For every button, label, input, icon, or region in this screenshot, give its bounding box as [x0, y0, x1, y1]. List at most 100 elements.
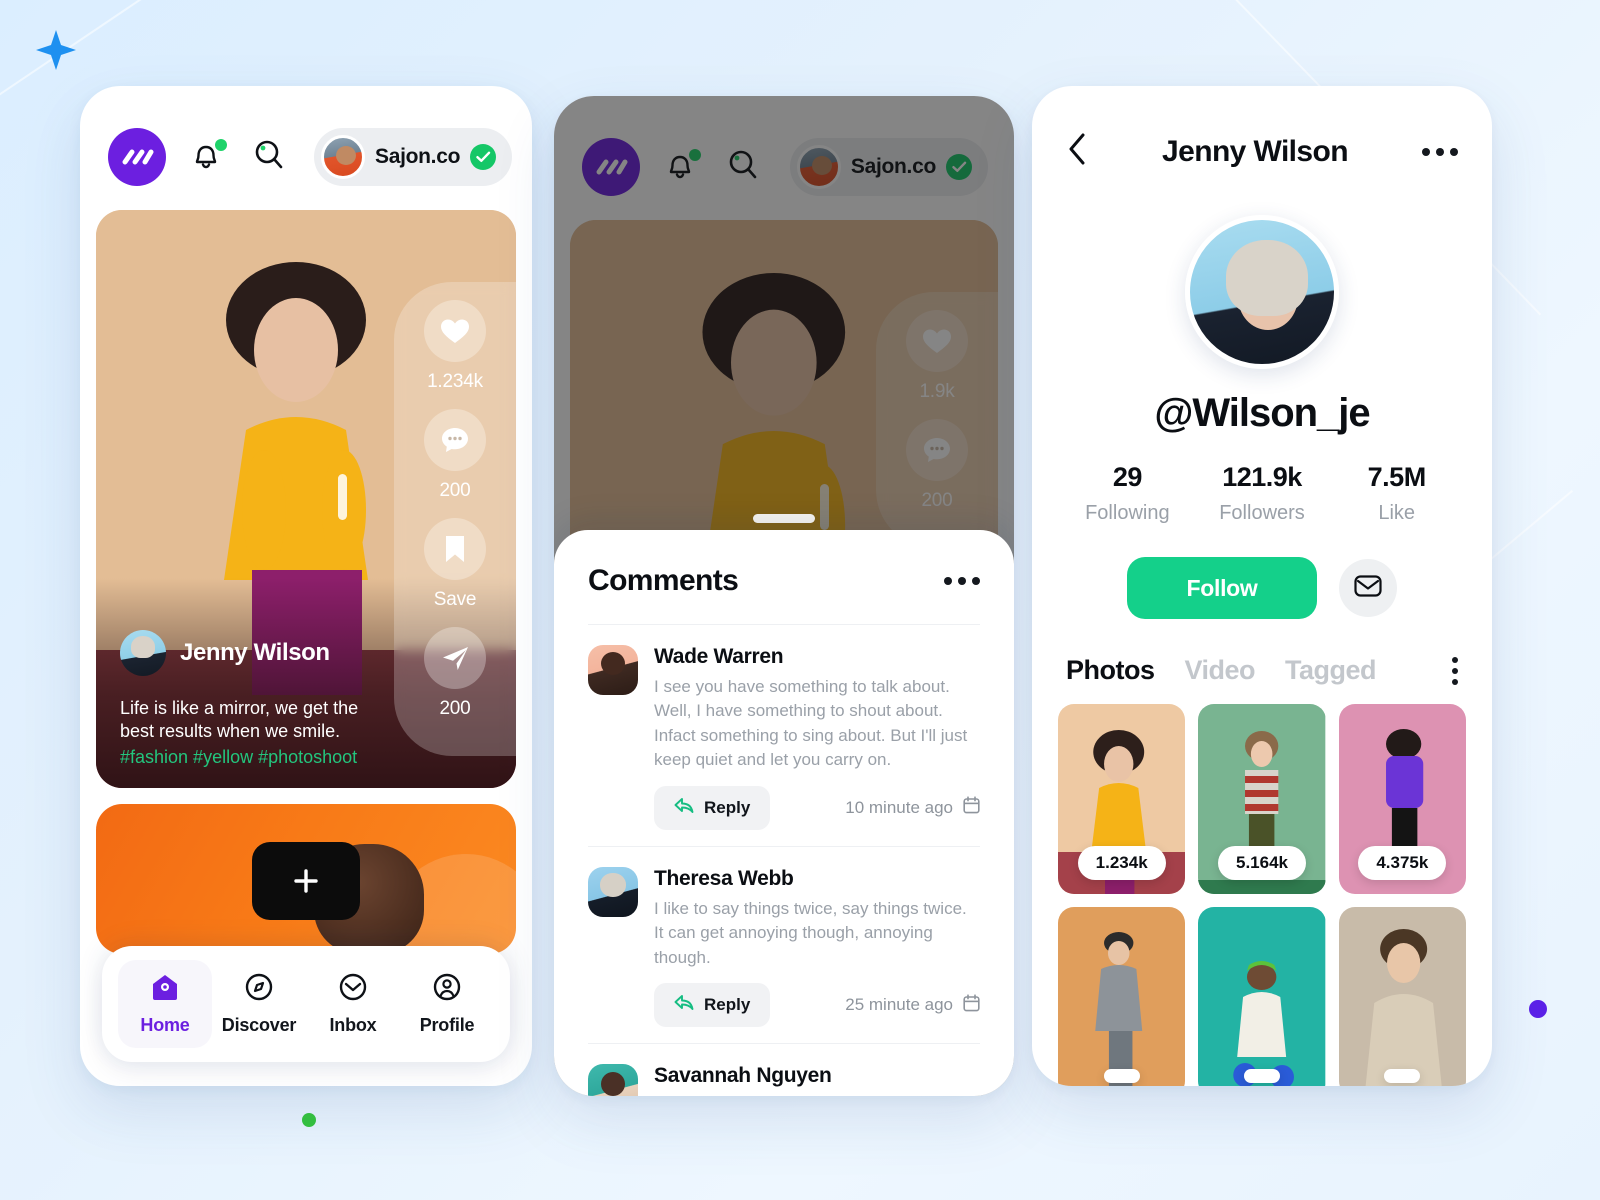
nav-label-inbox: Inbox	[329, 1015, 377, 1035]
bookmark-icon[interactable]	[424, 518, 486, 580]
stat-following[interactable]: 29 Following	[1060, 462, 1195, 525]
feed-post[interactable]: 1.234k 200 Save 200 Jenny Wilson Life is…	[96, 210, 516, 788]
profile-stats: 29 Following 121.9k Followers 7.5M Like	[1032, 462, 1492, 525]
comment-text: I see you have something to talk about. …	[654, 677, 968, 770]
profile-handle: @Wilson_je	[1154, 391, 1370, 435]
like-count: 1.9k	[919, 381, 955, 402]
nav-label-discover: Discover	[221, 1015, 297, 1035]
verified-check-icon	[946, 154, 972, 180]
more-horizontal-icon[interactable]	[1422, 147, 1458, 156]
post-action-rail: 1.9k 200	[820, 292, 998, 548]
user-name: Sajon.co	[375, 145, 461, 168]
grid-item[interactable]	[1338, 907, 1466, 1086]
bell-badge	[689, 149, 701, 161]
comment-author: Theresa Webb	[654, 866, 794, 890]
grid-item[interactable]	[1058, 907, 1186, 1086]
more-horizontal-icon[interactable]	[944, 577, 980, 585]
reply-button[interactable]: Reply	[654, 785, 771, 830]
reply-arrow-icon	[674, 994, 694, 1016]
like-count: 1.234k	[427, 371, 483, 392]
create-post-card[interactable]	[96, 804, 516, 954]
comment-time-group: 10 minute ago	[845, 796, 980, 819]
envelope-icon	[1354, 574, 1382, 603]
grid-item[interactable]	[1198, 907, 1326, 1086]
grid-like-count	[1243, 1069, 1280, 1083]
reply-label: Reply	[704, 995, 751, 1015]
scroll-indicator[interactable]	[338, 474, 347, 520]
save-label: Save	[433, 589, 477, 610]
nav-label-home: Home	[140, 1015, 190, 1035]
stat-followers[interactable]: 121.9k Followers	[1195, 462, 1330, 525]
user-account-pill[interactable]: Sajon.co	[789, 138, 988, 196]
stat-label: Like	[1378, 502, 1416, 524]
grid-item[interactable]: 1.234k	[1058, 704, 1186, 894]
post-hashtags[interactable]: #fashion #yellow #photoshoot	[120, 747, 376, 768]
bell-badge	[215, 139, 227, 151]
grid-like-count	[1103, 1069, 1140, 1083]
comment-time: 25 minute ago	[845, 995, 953, 1015]
profile-header: Jenny Wilson	[1032, 86, 1492, 171]
tab-photos[interactable]: Photos	[1066, 655, 1155, 686]
compass-icon	[244, 972, 274, 1007]
reply-button[interactable]: Reply	[654, 983, 771, 1028]
heart-icon	[906, 310, 968, 372]
follow-button[interactable]: Follow	[1127, 557, 1317, 619]
profile-avatar[interactable]	[1185, 215, 1339, 369]
share-icon[interactable]	[424, 627, 486, 689]
grid-image	[1338, 907, 1466, 1086]
search-icon[interactable]	[252, 138, 290, 176]
chevron-left-icon[interactable]	[1066, 132, 1088, 171]
avatar	[796, 145, 841, 189]
sheet-drag-handle[interactable]	[753, 514, 815, 523]
search-icon[interactable]	[726, 148, 764, 186]
comment-time-group: 25 minute ago	[845, 994, 980, 1017]
photo-grid: 1.234k 5.164k 4.375k	[1032, 686, 1492, 1086]
heart-icon[interactable]	[424, 300, 486, 362]
stat-like[interactable]: 7.5M Like	[1329, 462, 1464, 525]
user-account-pill[interactable]: Sajon.co	[314, 128, 513, 186]
grid-like-count: 4.375k	[1358, 846, 1447, 880]
comment-item: Savannah Nguyen If you really wanted to …	[588, 1043, 980, 1096]
tab-video[interactable]: Video	[1185, 655, 1256, 686]
comment-count: 200	[439, 480, 471, 501]
avatar	[120, 630, 166, 676]
home-screen: Sajon.co 1.234k 200 Save 200 Jenny Wilso…	[80, 86, 532, 1086]
post-author-name: Jenny Wilson	[180, 639, 330, 666]
more-vertical-icon[interactable]	[1452, 656, 1458, 685]
brand-slashes-logo-icon[interactable]	[108, 128, 166, 186]
bell-icon[interactable]	[664, 148, 702, 186]
reply-label: Reply	[704, 797, 751, 817]
nav-item-home[interactable]: Home	[118, 960, 212, 1048]
message-button[interactable]	[1339, 559, 1397, 617]
sparkle-star-icon	[36, 30, 76, 70]
comment-icon[interactable]	[424, 409, 486, 471]
nav-item-discover[interactable]: Discover	[212, 960, 306, 1048]
comment-item: Theresa Webb I like to say things twice,…	[588, 845, 980, 1043]
home-icon	[150, 972, 180, 1007]
comments-sheet: Comments Wade Warren I see you have some…	[554, 530, 1014, 1096]
nav-item-profile[interactable]: Profile	[400, 960, 494, 1048]
grid-item[interactable]: 4.375k	[1338, 704, 1466, 894]
comments-title: Comments	[588, 564, 739, 597]
grid-like-count: 1.234k	[1077, 846, 1166, 880]
comments-sheet-header: Comments	[588, 564, 980, 598]
tab-tagged[interactable]: Tagged	[1285, 655, 1377, 686]
comments-screen: Sajon.co 1.9k 200 Comments Wade Warren I…	[554, 96, 1014, 1096]
post-action-rail: 1.234k 200 Save 200	[338, 282, 516, 756]
comment-author: Wade Warren	[654, 645, 784, 668]
bottom-navigation: Home Discover Inbox Profile	[102, 946, 510, 1062]
grid-like-count	[1384, 1069, 1421, 1083]
nav-item-inbox[interactable]: Inbox	[306, 960, 400, 1048]
brand-slashes-logo-icon[interactable]	[582, 138, 640, 196]
grid-image	[1198, 907, 1326, 1086]
inbox-icon	[338, 972, 368, 1007]
post-author[interactable]: Jenny Wilson	[120, 630, 330, 676]
comments-topbar: Sajon.co	[554, 96, 1014, 214]
stat-value: 7.5M	[1367, 462, 1427, 492]
grid-item[interactable]: 5.164k	[1198, 704, 1326, 894]
comment-text: If you really wanted to do that, then wh…	[654, 1094, 980, 1096]
share-count: 200	[439, 698, 471, 719]
bell-icon[interactable]	[190, 138, 228, 176]
plus-icon[interactable]	[252, 842, 360, 920]
decor-dot-purple	[1529, 1000, 1547, 1018]
